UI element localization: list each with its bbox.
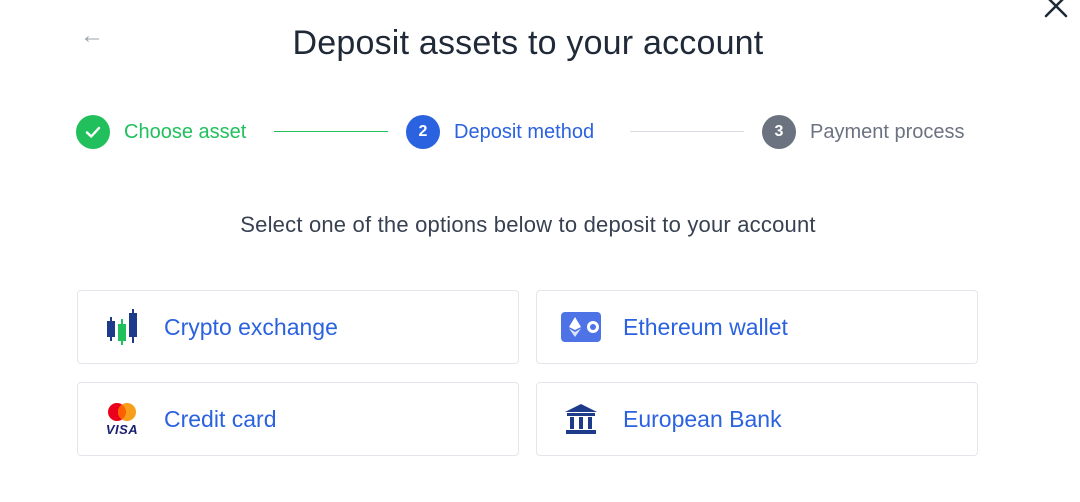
checkmark-icon <box>85 126 101 138</box>
step-number: 2 <box>406 115 440 149</box>
ethereum-wallet-option[interactable]: Ethereum wallet <box>536 290 978 364</box>
instruction-text: Select one of the options below to depos… <box>240 212 816 237</box>
close-button[interactable] <box>1040 0 1072 22</box>
step-deposit-method[interactable]: 2 Deposit method <box>406 114 594 150</box>
bank-building-icon <box>557 399 605 439</box>
mastercard-visa-icon: VISA <box>98 399 146 439</box>
option-label: Credit card <box>164 405 277 432</box>
candlestick-chart-icon <box>98 307 146 347</box>
crypto-exchange-option[interactable]: Crypto exchange <box>77 290 519 364</box>
step-label: Payment process <box>810 120 965 143</box>
option-label: Ethereum wallet <box>623 313 788 340</box>
step-number: 3 <box>762 115 796 149</box>
step-label: Deposit method <box>454 120 595 143</box>
step-connector <box>274 131 388 132</box>
ethereum-wallet-icon <box>557 307 605 347</box>
step-complete-dot <box>76 115 110 149</box>
option-label: Crypto exchange <box>164 313 338 340</box>
close-icon <box>1044 0 1068 18</box>
european-bank-option[interactable]: European Bank <box>536 382 978 456</box>
credit-card-option[interactable]: VISA Credit card <box>77 382 519 456</box>
page-title: Deposit assets to your account <box>292 24 764 62</box>
option-label: European Bank <box>623 405 782 432</box>
step-choose-asset[interactable]: Choose asset <box>76 114 246 150</box>
step-payment-process: 3 Payment process <box>762 114 965 150</box>
step-label: Choose asset <box>124 120 247 143</box>
stepper: Choose asset 2 Deposit method 3 Payment … <box>76 114 980 150</box>
step-connector <box>630 131 744 132</box>
visa-logo-text: VISA <box>105 421 139 437</box>
